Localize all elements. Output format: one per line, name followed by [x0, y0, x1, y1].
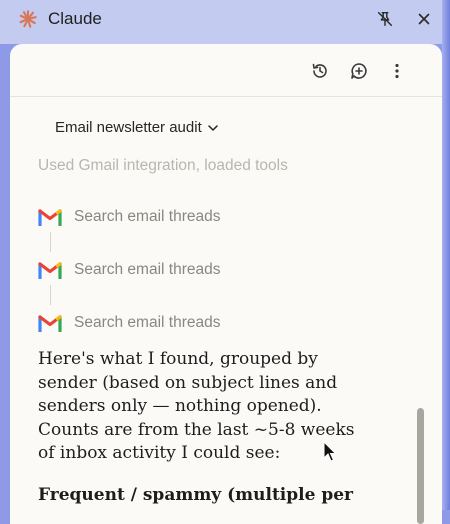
tool-step[interactable]: Search email threads: [38, 258, 220, 282]
mouse-cursor-icon: [323, 441, 337, 462]
app-title: Claude: [48, 9, 102, 28]
unpin-icon[interactable]: [376, 10, 394, 28]
gmail-icon: [38, 315, 62, 332]
history-icon[interactable]: [310, 61, 330, 81]
chat-panel: Email newsletter audit Used Gmail integr…: [10, 44, 442, 524]
conversation-title-dropdown[interactable]: Email newsletter audit: [55, 119, 219, 136]
more-options-icon[interactable]: [387, 61, 407, 81]
scrollbar-thumb[interactable]: [417, 408, 424, 524]
tool-step[interactable]: Search email threads: [38, 311, 220, 335]
close-icon[interactable]: [415, 10, 433, 28]
tool-step-label: Search email threads: [74, 261, 221, 278]
conversation-title: Email newsletter audit: [55, 119, 202, 136]
new-chat-icon[interactable]: [349, 61, 369, 81]
gmail-icon: [38, 209, 62, 226]
tool-step[interactable]: Search email threads: [38, 205, 220, 229]
step-connector: [50, 232, 51, 252]
gmail-icon: [38, 262, 62, 279]
assistant-message-text: Here's what I found, grouped by sender (…: [38, 349, 355, 463]
conversation-toolbar: [10, 44, 442, 97]
message-section-heading: Frequent / spammy (multiple per: [38, 485, 354, 505]
step-connector: [50, 285, 51, 305]
claude-logo-icon: [19, 10, 37, 28]
window-titlebar: Claude: [0, 0, 442, 44]
desktop-background-strip: [442, 0, 450, 510]
chevron-down-icon: [207, 124, 218, 131]
tool-usage-summary: Used Gmail integration, loaded tools: [38, 157, 288, 174]
tool-step-label: Search email threads: [74, 208, 221, 225]
tool-step-label: Search email threads: [74, 314, 221, 331]
